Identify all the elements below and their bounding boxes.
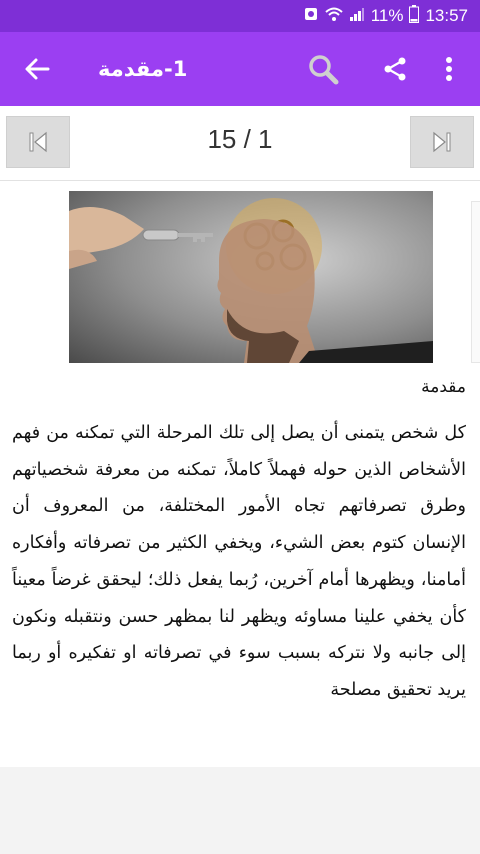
app-bar: 1-مقدمة: [0, 32, 480, 106]
article-content[interactable]: مقدمة كل شخص يتمنى أن يصل إلى تلك المرحل…: [0, 181, 480, 767]
battery-percent: 11%: [370, 6, 404, 25]
back-arrow-icon: [25, 58, 50, 80]
first-page-button[interactable]: [6, 116, 70, 168]
skip-first-icon: [29, 131, 47, 153]
article-text: كل شخص يتمنى أن يصل إلى تلك المرحلة التي…: [12, 423, 466, 700]
article-image: [69, 191, 433, 363]
clock: 13:57: [425, 6, 468, 25]
battery-icon: [409, 4, 420, 28]
page-indicator: 15 / 1: [207, 124, 273, 154]
share-button[interactable]: [372, 46, 418, 92]
bottom-blank-area: [0, 767, 480, 854]
search-icon: [309, 55, 339, 85]
back-button[interactable]: [14, 46, 60, 92]
status-indicators: 11% 13:57: [303, 0, 468, 32]
page-title: 1-مقدمة: [98, 57, 188, 81]
wifi-icon: [325, 6, 343, 27]
last-page-button[interactable]: [410, 116, 474, 168]
status-bar: 11% 13:57: [0, 0, 480, 32]
search-button[interactable]: [300, 46, 346, 92]
share-icon: [384, 57, 406, 81]
skip-last-icon: [433, 131, 451, 153]
overflow-menu-button[interactable]: [426, 46, 472, 92]
article-heading: مقدمة: [421, 377, 466, 397]
scrollbar[interactable]: [471, 201, 480, 363]
notification-icon: [303, 6, 319, 27]
page-navigator: 15 / 1: [0, 106, 480, 181]
more-vert-icon: [446, 57, 452, 81]
signal-icon: [349, 6, 365, 27]
